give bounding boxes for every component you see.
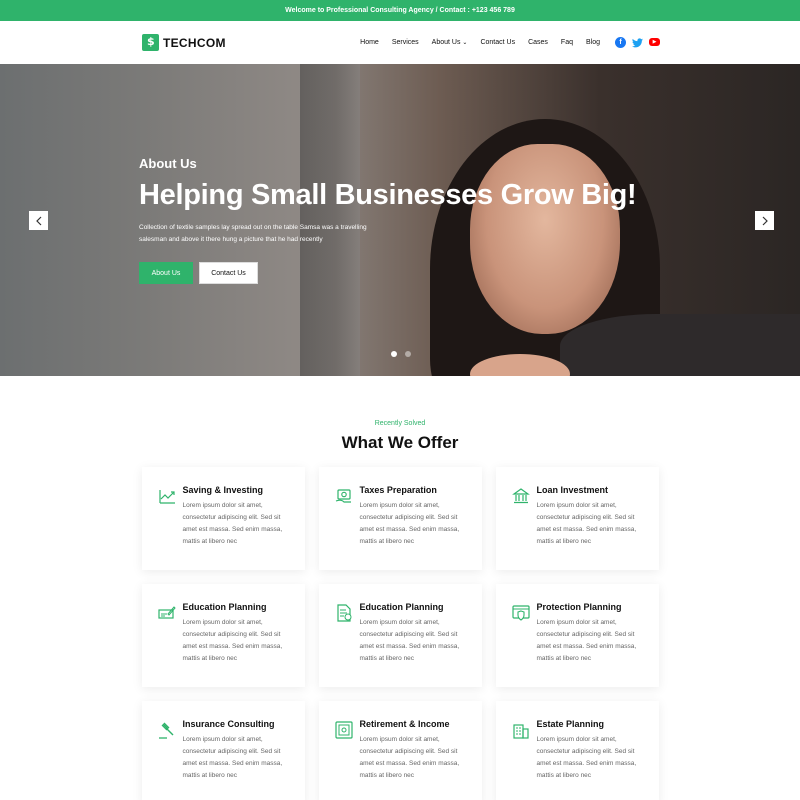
service-card-title: Retirement & Income — [359, 719, 450, 729]
service-card-title: Saving & Investing — [182, 485, 264, 495]
slider-dot-1[interactable] — [391, 351, 397, 357]
nav-about-us-label: About Us — [431, 39, 461, 46]
social-links: f ▶ — [615, 37, 660, 48]
service-card-text: Lorem ipsum dolor sit amet, consectetur … — [182, 736, 283, 779]
nav-about-us[interactable]: About Us ⌄ — [432, 39, 468, 46]
hero-content: About Us Helping Small Businesses Grow B… — [139, 156, 637, 284]
offer-kicker: Recently Solved — [374, 420, 426, 427]
facebook-icon[interactable]: f — [615, 37, 626, 48]
site-header: TECHCOM Home Services About Us ⌄ Contact… — [0, 21, 800, 64]
service-card-title: Education Planning — [359, 602, 444, 612]
service-card[interactable]: Retirement & Income Lorem ipsum dolor sit… — [318, 701, 482, 800]
announcement-text: Welcome to Professional Consulting Agenc… — [285, 7, 515, 14]
contact-us-button[interactable]: Contact Us — [199, 262, 258, 284]
service-card-title: Protection Planning — [536, 602, 622, 612]
slider-prev-button[interactable] — [29, 211, 48, 230]
chevron-right-icon — [762, 216, 768, 225]
slider-dot-2[interactable] — [405, 351, 411, 357]
service-card[interactable]: Saving & Investing Lorem ipsum dolor sit … — [141, 467, 305, 570]
hero-description: Collection of textile samples lay spread… — [139, 224, 367, 243]
service-card-title: Taxes Preparation — [359, 485, 437, 495]
service-card[interactable]: Taxes Preparation Lorem ipsum dolor sit a… — [318, 467, 482, 570]
service-card-text: Lorem ipsum dolor sit amet, consectetur … — [359, 619, 460, 662]
cheque-icon — [157, 606, 176, 619]
nav-cases[interactable]: Cases — [528, 39, 548, 46]
safe-icon — [334, 721, 353, 739]
nav-faq[interactable]: Faq — [561, 39, 573, 46]
service-card[interactable]: Education Planning Lorem ipsum dolor sit … — [318, 584, 482, 687]
slider-dots — [391, 351, 411, 357]
logo-text: TECHCOM — [163, 35, 226, 50]
service-card[interactable]: Loan Investment Lorem ipsum dolor sit ame… — [495, 467, 659, 570]
twitter-icon[interactable] — [632, 37, 643, 48]
service-card-text: Lorem ipsum dolor sit amet, consectetur … — [536, 502, 637, 545]
nav-home[interactable]: Home — [360, 39, 379, 46]
building-icon — [512, 724, 529, 739]
top-announcement-bar: Welcome to Professional Consulting Agenc… — [0, 0, 800, 21]
dollar-logo-icon — [142, 34, 159, 51]
service-card-text: Lorem ipsum dolor sit amet, consectetur … — [536, 736, 637, 779]
service-card[interactable]: Protection Planning Lorem ipsum dolor sit… — [495, 584, 659, 687]
chart-icon — [158, 490, 175, 504]
service-card-title: Estate Planning — [536, 719, 605, 729]
service-card-text: Lorem ipsum dolor sit amet, consectetur … — [536, 619, 637, 662]
hero-photo-suit — [560, 314, 800, 376]
money-icon — [335, 489, 351, 503]
chevron-down-icon: ⌄ — [462, 40, 468, 46]
service-card[interactable]: Insurance Consulting Lorem ipsum dolor si… — [141, 701, 305, 800]
service-card-title: Insurance Consulting — [182, 719, 275, 729]
hero-subtitle: About Us — [139, 156, 197, 171]
hero-slider: About Us Helping Small Businesses Grow B… — [0, 64, 800, 376]
gavel-icon — [158, 722, 173, 739]
nav-contact-us[interactable]: Contact Us — [480, 39, 515, 46]
service-card-title: Loan Investment — [536, 485, 609, 495]
main-nav: Home Services About Us ⌄ Contact Us Case… — [360, 37, 660, 48]
youtube-icon[interactable]: ▶ — [649, 38, 660, 46]
about-us-button[interactable]: About Us — [139, 262, 193, 284]
offer-title: What We Offer — [341, 433, 459, 452]
service-card[interactable]: Education Planning Lorem ipsum dolor sit … — [141, 584, 305, 687]
service-card-text: Lorem ipsum dolor sit amet, consectetur … — [359, 502, 460, 545]
service-card-title: Education Planning — [182, 602, 267, 612]
service-card-text: Lorem ipsum dolor sit amet, consectetur … — [182, 502, 283, 545]
service-card-text: Lorem ipsum dolor sit amet, consectetur … — [182, 619, 283, 662]
service-card[interactable]: Estate Planning Lorem ipsum dolor sit ame… — [495, 701, 659, 800]
nav-services[interactable]: Services — [392, 39, 419, 46]
services-grid: Saving & Investing Lorem ipsum dolor sit … — [0, 467, 800, 800]
bank-icon — [511, 488, 530, 504]
hero-title: Helping Small Businesses Grow Big! — [139, 179, 637, 211]
logo[interactable]: TECHCOM — [142, 34, 226, 51]
document-icon — [336, 604, 351, 622]
slider-next-button[interactable] — [755, 211, 774, 230]
service-card-text: Lorem ipsum dolor sit amet, consectetur … — [359, 736, 460, 779]
shield-screen-icon — [511, 605, 530, 621]
nav-blog[interactable]: Blog — [586, 39, 600, 46]
chevron-left-icon — [35, 216, 41, 225]
offer-section: Recently Solved What We Offer Saving & I… — [0, 376, 800, 800]
